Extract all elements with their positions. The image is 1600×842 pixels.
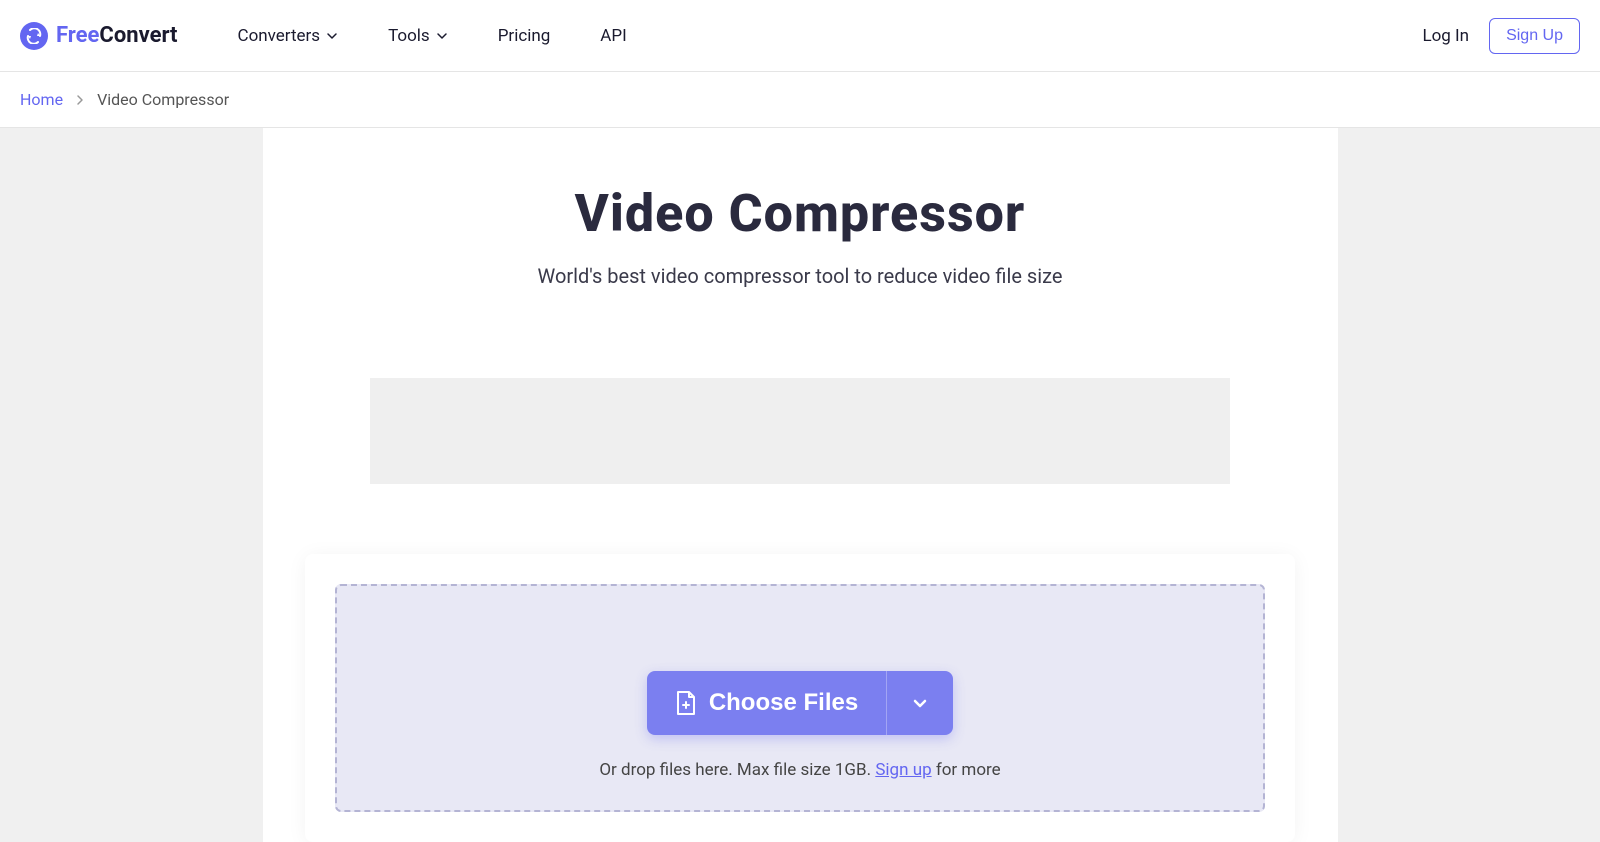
choose-files-group: Choose Files bbox=[647, 671, 953, 735]
page-background: Video Compressor World's best video comp… bbox=[0, 128, 1600, 842]
breadcrumb: Home Video Compressor bbox=[0, 72, 1600, 128]
nav-converters-label: Converters bbox=[238, 26, 321, 46]
drop-hint: Or drop files here. Max file size 1GB. S… bbox=[357, 760, 1243, 780]
nav-api-label: API bbox=[600, 26, 626, 46]
signup-inline-link[interactable]: Sign up bbox=[875, 760, 931, 780]
upload-card: Choose Files Or drop files here. Max fil… bbox=[305, 554, 1295, 842]
choose-files-dropdown[interactable] bbox=[886, 671, 953, 735]
header-right: Log In Sign Up bbox=[1422, 18, 1580, 54]
choose-files-label: Choose Files bbox=[709, 689, 858, 717]
logo-icon bbox=[20, 22, 48, 50]
nav-tools[interactable]: Tools bbox=[388, 26, 448, 46]
logo[interactable]: FreeConvert bbox=[20, 22, 178, 50]
page-subtitle: World's best video compressor tool to re… bbox=[263, 264, 1338, 288]
nav-converters[interactable]: Converters bbox=[238, 26, 339, 46]
main-header: FreeConvert Converters Tools Pricing API… bbox=[0, 0, 1600, 72]
page-title: Video Compressor bbox=[263, 183, 1338, 244]
nav-tools-label: Tools bbox=[388, 26, 430, 46]
nav-pricing[interactable]: Pricing bbox=[498, 26, 551, 46]
dropzone[interactable]: Choose Files Or drop files here. Max fil… bbox=[335, 584, 1265, 812]
main-nav: Converters Tools Pricing API bbox=[238, 26, 627, 46]
file-add-icon bbox=[675, 690, 697, 716]
chevron-right-icon bbox=[75, 94, 85, 106]
drop-hint-prefix: Or drop files here. Max file size 1GB. bbox=[599, 760, 875, 780]
chevron-down-icon bbox=[326, 30, 338, 42]
signup-button[interactable]: Sign Up bbox=[1489, 18, 1580, 54]
chevron-down-icon bbox=[436, 30, 448, 42]
nav-api[interactable]: API bbox=[600, 26, 626, 46]
breadcrumb-home[interactable]: Home bbox=[20, 90, 63, 109]
breadcrumb-current: Video Compressor bbox=[97, 90, 229, 109]
logo-text: FreeConvert bbox=[56, 23, 178, 48]
drop-hint-suffix: for more bbox=[932, 760, 1001, 780]
nav-pricing-label: Pricing bbox=[498, 26, 551, 46]
chevron-down-icon bbox=[911, 694, 929, 712]
login-link[interactable]: Log In bbox=[1422, 26, 1469, 46]
ad-placeholder bbox=[370, 378, 1230, 484]
main-content: Video Compressor World's best video comp… bbox=[263, 128, 1338, 842]
choose-files-button[interactable]: Choose Files bbox=[647, 671, 886, 735]
